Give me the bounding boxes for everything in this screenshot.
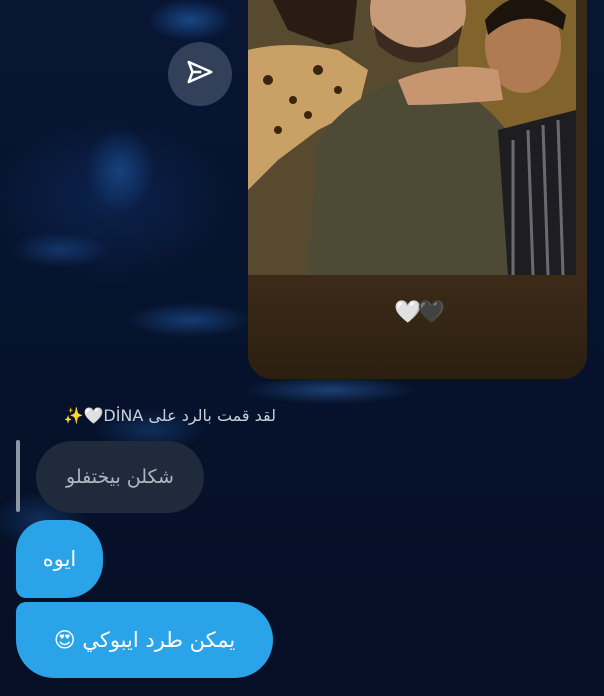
message-bubble[interactable]: ايوه xyxy=(16,520,103,598)
reply-caption: لقد قمت بالرد على DİNA🤍✨ xyxy=(63,406,276,425)
message-bubble[interactable]: يمكن طرد ايبوكي 😍 xyxy=(16,602,273,678)
story-photo xyxy=(248,0,576,275)
share-button[interactable] xyxy=(168,42,232,106)
chat-screen: 🤍🖤 لقد قمت بالرد على DİNA🤍✨ شكلن بيختفلو… xyxy=(0,0,604,696)
send-icon xyxy=(185,57,215,91)
quoted-message[interactable]: شكلن بيختفلو xyxy=(36,441,204,513)
story-card[interactable]: 🤍🖤 xyxy=(248,0,587,379)
story-reaction-emoji: 🤍🖤 xyxy=(394,300,445,325)
reply-indicator-bar xyxy=(16,440,20,512)
